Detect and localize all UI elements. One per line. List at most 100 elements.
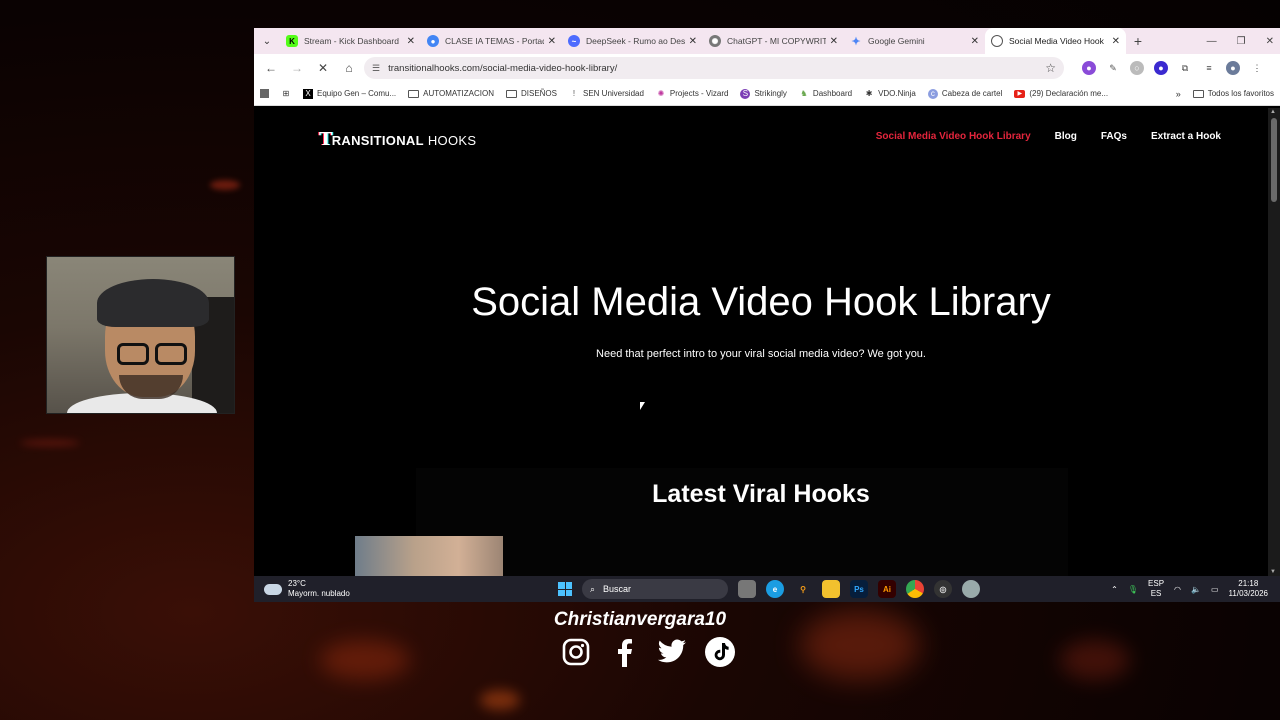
app-icon[interactable]: [962, 580, 980, 598]
all-bookmarks[interactable]: Todos los favoritos: [1192, 89, 1274, 98]
all-bookmarks-label: Todos los favoritos: [1207, 89, 1274, 98]
tab-title: Social Media Video Hook: [1009, 36, 1104, 46]
extensions: ● ✎ ○ ● ⧉ ≡ ● ⋮: [1082, 61, 1264, 75]
bookmark-item[interactable]: ▶ (29) Declaración me...: [1014, 89, 1108, 98]
weather-widget[interactable]: 23°C Mayorm. nublado: [262, 579, 544, 599]
close-window-icon[interactable]: ✕: [1266, 36, 1274, 47]
battery-icon[interactable]: ▭: [1211, 585, 1219, 594]
url-bar[interactable]: ☰ transitionalhooks.com/social-media-vid…: [364, 57, 1064, 79]
bookmark-label: Dashboard: [812, 89, 853, 98]
extension-icon[interactable]: ✎: [1106, 61, 1120, 75]
minimize-icon[interactable]: —: [1207, 36, 1217, 47]
photoshop-icon[interactable]: Ps: [850, 580, 868, 598]
ninja-icon: ✱: [865, 89, 873, 98]
bookmark-item[interactable]: DISEÑOS: [505, 89, 557, 98]
tab-social-media-hook[interactable]: Social Media Video Hook ✕: [985, 28, 1126, 54]
weather-text: Mayorm. nublado: [288, 589, 350, 598]
nav-link-blog[interactable]: Blog: [1055, 131, 1077, 142]
bookmark-item[interactable]: ♞ Dashboard: [799, 89, 852, 99]
logo-mark: T: [319, 129, 333, 150]
extension-icon[interactable]: ○: [1130, 61, 1144, 75]
bookmark-label: Projects - Vizard: [669, 89, 729, 98]
page-scrollbar[interactable]: ▲ ▼: [1268, 108, 1280, 576]
illustrator-icon[interactable]: Ai: [878, 580, 896, 598]
tab-search-icon[interactable]: ⌄: [254, 28, 280, 54]
profile-icon[interactable]: ●: [1226, 61, 1240, 75]
bookmark-item[interactable]: ✺ Projects - Vizard: [656, 89, 729, 99]
bookmark-label: Strikingly: [754, 89, 787, 98]
facebook-icon: [608, 636, 640, 668]
language-indicator[interactable]: ESP ES: [1148, 579, 1164, 599]
dashboard-icon: ♞: [800, 89, 808, 98]
nav-link-hook-library[interactable]: Social Media Video Hook Library: [876, 131, 1031, 142]
chrome-icon[interactable]: [906, 580, 924, 598]
chevron-up-icon[interactable]: ⌃: [1111, 585, 1118, 594]
grid-icon[interactable]: ⊞: [281, 89, 291, 99]
restore-icon[interactable]: ❐: [1237, 36, 1246, 47]
kick-icon: K: [286, 35, 298, 47]
bookmark-label: Cabeza de cartel: [941, 89, 1003, 98]
extension-icon[interactable]: ●: [1154, 61, 1168, 75]
search-app-icon[interactable]: ⚲: [794, 580, 812, 598]
bookmark-item[interactable]: ✱ VDO.Ninja: [864, 89, 916, 99]
nav-link-extract-hook[interactable]: Extract a Hook: [1151, 131, 1221, 142]
temperature: 23°C: [288, 579, 306, 588]
close-icon[interactable]: ✕: [1112, 36, 1120, 47]
bookmark-star-icon[interactable]: ☆: [1045, 61, 1056, 75]
tab-clase-ia[interactable]: ● CLASE IA TEMAS - Portada ✕: [421, 28, 562, 54]
close-icon[interactable]: ✕: [830, 36, 838, 47]
tab-deepseek[interactable]: ~ DeepSeek - Rumo ao Des ✕: [562, 28, 703, 54]
tab-kick-dashboard[interactable]: K Stream - Kick Dashboard ✕: [280, 28, 421, 54]
site-logo[interactable]: T RANSITIONAL HOOKS: [319, 129, 476, 150]
obs-icon[interactable]: ◎: [934, 580, 952, 598]
x-icon: X: [303, 88, 313, 99]
bookmark-item[interactable]: AUTOMATIZACION: [408, 89, 494, 98]
folder-icon: [505, 89, 517, 98]
scroll-down-icon[interactable]: ▼: [1270, 569, 1276, 575]
windows-start-icon[interactable]: [558, 582, 572, 596]
site-info-icon[interactable]: ☰: [372, 63, 380, 74]
volume-icon[interactable]: 🔈: [1191, 585, 1201, 594]
bookmark-label: SEN Universidad: [583, 89, 644, 98]
forward-button[interactable]: →: [286, 57, 308, 79]
puzzle-icon[interactable]: ⧉: [1178, 61, 1192, 75]
microphone-icon[interactable]: 🎙: [1128, 585, 1138, 594]
bookmark-item[interactable]: c Cabeza de cartel: [927, 88, 1003, 99]
close-icon[interactable]: ✕: [689, 36, 697, 47]
streamer-handle: Christianvergara10: [553, 609, 727, 630]
bookmark-item[interactable]: X Equipo Gen – Comu...: [303, 88, 396, 99]
page-content: T RANSITIONAL HOOKS Social Media Video H…: [254, 108, 1268, 576]
nav-link-faqs[interactable]: FAQs: [1101, 131, 1127, 142]
extension-icon[interactable]: ●: [1082, 61, 1096, 75]
wifi-icon[interactable]: ◠: [1174, 585, 1181, 594]
clock[interactable]: 21:18 11/03/2026: [1229, 579, 1268, 599]
youtube-icon: ▶: [1014, 89, 1026, 98]
cartel-icon: c: [927, 88, 938, 99]
file-explorer-icon[interactable]: [822, 580, 840, 598]
tab-strip: ⌄ K Stream - Kick Dashboard ✕ ● CLASE IA…: [254, 28, 1280, 54]
more-bookmarks-icon[interactable]: »: [1176, 89, 1181, 99]
browser-window: ⌄ K Stream - Kick Dashboard ✕ ● CLASE IA…: [254, 28, 1280, 576]
bookmark-item[interactable]: S Strikingly: [740, 88, 787, 99]
menu-icon[interactable]: ⋮: [1250, 61, 1264, 75]
close-icon[interactable]: ✕: [971, 36, 979, 47]
taskbar-search[interactable]: ⌕ Buscar: [582, 579, 728, 599]
home-button[interactable]: ⌂: [338, 57, 360, 79]
gemini-icon: ✦: [851, 35, 861, 48]
back-button[interactable]: ←: [260, 57, 282, 79]
close-icon[interactable]: ✕: [407, 36, 415, 47]
task-view-icon[interactable]: [738, 580, 756, 598]
stop-button[interactable]: ✕: [312, 57, 334, 79]
bookmark-item[interactable]: ǃ SEN Universidad: [569, 89, 644, 99]
new-tab-button[interactable]: +: [1126, 28, 1150, 54]
tab-gemini[interactable]: ✦ Google Gemini ✕: [844, 28, 985, 54]
hook-video-thumbnail[interactable]: [355, 536, 503, 576]
close-icon[interactable]: ✕: [548, 36, 556, 47]
scroll-up-icon[interactable]: ▲: [1270, 109, 1276, 115]
media-icon[interactable]: ≡: [1202, 61, 1216, 75]
date: 11/03/2026: [1228, 589, 1268, 598]
scrollbar-thumb[interactable]: [1271, 118, 1277, 202]
apps-icon[interactable]: [260, 89, 269, 98]
tab-chatgpt[interactable]: ✺ ChatGPT - MI COPYWRITE ✕: [703, 28, 844, 54]
edge-icon[interactable]: e: [766, 580, 784, 598]
